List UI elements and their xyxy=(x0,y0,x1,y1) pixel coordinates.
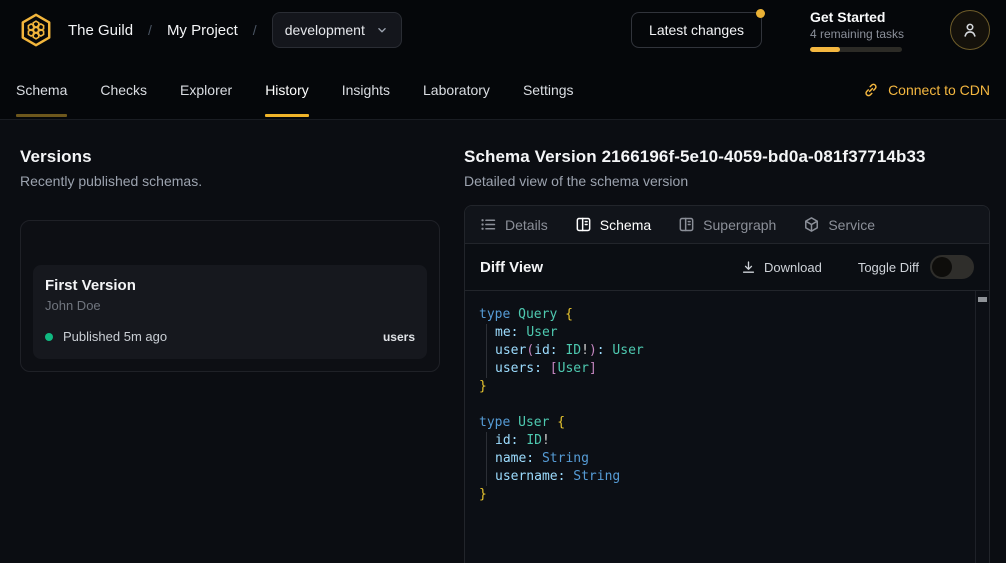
detail-tab-label: Schema xyxy=(600,217,651,233)
code-line: type Query { xyxy=(479,306,973,324)
code-scrollbar-thumb[interactable] xyxy=(978,297,987,302)
download-button[interactable]: Download xyxy=(741,260,822,275)
diff-toolbar: Diff View Download Toggle Diff xyxy=(465,244,989,290)
code-line: users: [User] xyxy=(479,360,973,378)
code-line xyxy=(479,396,973,414)
nav-tab-settings[interactable]: Settings xyxy=(523,60,574,119)
nav-tab-explorer[interactable]: Explorer xyxy=(180,60,232,119)
get-started-progress xyxy=(810,47,902,52)
nav-tab-history[interactable]: History xyxy=(265,60,309,119)
columns-icon xyxy=(575,216,592,233)
toggle-knob xyxy=(932,257,952,277)
primary-nav: Schema Checks Explorer History Insights Labor… xyxy=(0,60,1006,120)
detail-tab-supergraph[interactable]: Supergraph xyxy=(678,216,776,233)
list-icon xyxy=(480,216,497,233)
environment-select[interactable]: development xyxy=(272,12,402,48)
connect-cdn-link[interactable]: Connect to CDN xyxy=(863,60,990,119)
get-started-title: Get Started xyxy=(810,9,902,25)
notification-dot-icon xyxy=(756,9,765,18)
versions-panel: Versions Recently published schemas. Fir… xyxy=(20,147,440,563)
code-scrollbar[interactable] xyxy=(975,291,989,563)
get-started-subtitle: 4 remaining tasks xyxy=(810,27,902,41)
version-list-item[interactable]: First Version John Doe Published 5m ago use… xyxy=(33,265,427,359)
connect-cdn-label: Connect to CDN xyxy=(888,82,990,98)
nav-tab-laboratory[interactable]: Laboratory xyxy=(423,60,490,119)
columns-icon xyxy=(678,216,695,233)
download-label: Download xyxy=(764,260,822,275)
versions-subtitle: Recently published schemas. xyxy=(20,173,440,189)
code-line: id: ID! xyxy=(479,432,973,450)
nav-tab-checks[interactable]: Checks xyxy=(100,60,147,119)
nav-tab-schema[interactable]: Schema xyxy=(16,60,67,119)
nav-tab-insights[interactable]: Insights xyxy=(342,60,390,119)
user-icon xyxy=(961,21,979,39)
environment-select-value: development xyxy=(285,22,365,38)
version-detail-subtitle: Detailed view of the schema version xyxy=(464,173,990,189)
link-icon xyxy=(863,82,879,98)
detail-tab-label: Supergraph xyxy=(703,217,776,233)
code-line: } xyxy=(479,486,973,504)
toggle-diff-switch[interactable] xyxy=(930,255,974,279)
code-line: type User { xyxy=(479,414,973,432)
breadcrumb-project[interactable]: My Project xyxy=(167,22,238,39)
breadcrumb-separator: / xyxy=(148,22,152,38)
guild-logo-icon[interactable] xyxy=(16,10,56,50)
version-detail-title: Schema Version 2166196f-5e10-4059-bd0a-0… xyxy=(464,147,990,167)
detail-tab-label: Service xyxy=(828,217,875,233)
breadcrumb: The Guild / My Project / development xyxy=(68,12,402,48)
schema-code-viewer[interactable]: type Query {me: Useruser(id: ID!): Useru… xyxy=(465,290,989,563)
versions-title: Versions xyxy=(20,147,440,167)
detail-tab-schema[interactable]: Schema xyxy=(575,216,651,233)
code-line: } xyxy=(479,378,973,396)
versions-list-card: First Version John Doe Published 5m ago use… xyxy=(20,220,440,372)
latest-changes-button[interactable]: Latest changes xyxy=(631,12,762,48)
breadcrumb-org[interactable]: The Guild xyxy=(68,22,133,39)
version-name: First Version xyxy=(45,277,415,294)
download-icon xyxy=(741,260,756,275)
version-detail-box: Details Schema Supergraph Service Diff View… xyxy=(464,205,990,563)
latest-changes-label: Latest changes xyxy=(649,22,744,38)
diff-view-title: Diff View xyxy=(480,259,543,276)
breadcrumb-separator: / xyxy=(253,22,257,38)
version-detail-tabs: Details Schema Supergraph Service xyxy=(465,206,989,244)
chevron-down-icon xyxy=(375,23,389,37)
get-started-widget[interactable]: Get Started 4 remaining tasks xyxy=(810,9,902,52)
cube-icon xyxy=(803,216,820,233)
detail-tab-service[interactable]: Service xyxy=(803,216,875,233)
published-dot-icon xyxy=(45,333,53,341)
version-author: John Doe xyxy=(45,298,415,313)
user-avatar[interactable] xyxy=(950,10,990,50)
version-status: Published 5m ago xyxy=(63,329,167,344)
code-line: name: String xyxy=(479,450,973,468)
get-started-progress-fill xyxy=(810,47,840,52)
code-line: username: String xyxy=(479,468,973,486)
service-badge: users xyxy=(383,330,415,344)
app-header: The Guild / My Project / development Lat… xyxy=(0,0,1006,60)
detail-tab-label: Details xyxy=(505,217,548,233)
version-detail-panel: Schema Version 2166196f-5e10-4059-bd0a-0… xyxy=(464,147,990,563)
toggle-diff-label: Toggle Diff xyxy=(858,260,919,275)
code-line: me: User xyxy=(479,324,973,342)
detail-tab-details[interactable]: Details xyxy=(480,216,548,233)
code-line: user(id: ID!): User xyxy=(479,342,973,360)
